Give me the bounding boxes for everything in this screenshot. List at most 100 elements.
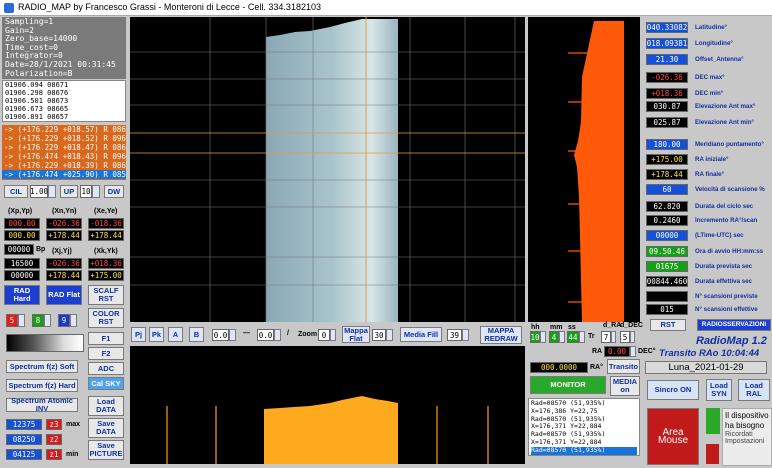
load-data-button[interactable]: Load DATA (88, 396, 124, 416)
rad-flat-button[interactable]: RAD Flat (46, 285, 82, 305)
color-b-spinner[interactable] (44, 314, 51, 327)
rad-hard-button[interactable]: RAD Hard (4, 285, 40, 305)
coord-item[interactable]: -> (+176.229 +018.52) R 09680 (2, 134, 126, 143)
d-ra-spinner[interactable] (611, 331, 616, 343)
param-value-8[interactable]: +175.00 (646, 154, 688, 165)
media-fill-value[interactable]: 39 (447, 329, 462, 341)
pj-button[interactable]: Pj (131, 327, 146, 342)
spectrum-hard-button[interactable]: Spectrum f(z) Hard (6, 379, 78, 392)
coord-item[interactable]: -> (+176.474 +018.43) R 09684 (2, 152, 126, 161)
color-c-swatch[interactable]: 9 (58, 314, 70, 327)
param-value-10[interactable]: 60 (646, 184, 688, 195)
r4-value-1[interactable]: 00000 (4, 270, 40, 281)
xj-value[interactable]: -026.36 (46, 258, 82, 269)
r3-value-1[interactable]: 16500 (4, 258, 40, 269)
area-mouse-button[interactable]: Area Mouse (647, 408, 699, 465)
coord-item[interactable]: -> (+176.229 +018.39) R 08680 (2, 161, 126, 170)
rst-button[interactable]: RST (650, 319, 686, 331)
mappa-flat-spinner[interactable] (386, 329, 393, 341)
d-ra-value[interactable]: 7 (601, 331, 611, 343)
param-value-2[interactable]: 21.30 (646, 54, 688, 65)
cil-spinner[interactable] (48, 185, 56, 198)
step-spinner[interactable] (92, 185, 100, 198)
up-button[interactable]: UP (60, 185, 78, 198)
scalf-rst-button[interactable]: SCALF RST (88, 285, 124, 305)
xp-value[interactable]: 000.00 (4, 218, 40, 229)
yp-value[interactable]: 000.00 (4, 230, 40, 241)
cal-sky-button[interactable]: Cal SKY (88, 377, 124, 390)
ye-value[interactable]: +178.44 (88, 230, 124, 241)
load-ral-button[interactable]: Load RAL (738, 379, 770, 401)
sample-item[interactable]: 01906.673 08665 (5, 105, 123, 113)
yn-value[interactable]: +178.44 (46, 230, 82, 241)
offset-1-input[interactable]: 0.0 (212, 329, 229, 341)
color-c-spinner[interactable] (70, 314, 77, 327)
xn-value[interactable]: -026.36 (46, 218, 82, 229)
mm-spinner[interactable] (559, 331, 565, 343)
param-value-6[interactable]: 025.87 (646, 117, 688, 128)
param-value-3[interactable]: -026.36 (646, 72, 688, 83)
color-b-swatch[interactable]: 8 (32, 314, 44, 327)
sincro-on-button[interactable]: Sincro ON (647, 380, 699, 400)
hh-value[interactable]: 10 (530, 331, 540, 343)
offset-2-spinner[interactable] (274, 329, 281, 341)
param-value-18[interactable]: 015 (646, 304, 688, 315)
sample-item[interactable]: 01906.891 08657 (5, 113, 123, 121)
param-value-14[interactable]: 09.50.46 (646, 246, 688, 257)
xk-value[interactable]: +018.36 (88, 258, 124, 269)
cil-button[interactable]: CIL (4, 185, 28, 198)
spectrum-soft-button[interactable]: Spectrum f(z) Soft (6, 360, 78, 373)
param-value-17[interactable] (646, 291, 688, 302)
transito-button[interactable]: Transito (607, 359, 640, 374)
media-fill-spinner[interactable] (462, 329, 469, 341)
param-value-1[interactable]: 018.09381 (646, 38, 688, 49)
dw-button[interactable]: DW (104, 185, 124, 198)
yj-value[interactable]: +178.44 (46, 270, 82, 281)
sample-item[interactable]: 01906.298 08676 (5, 89, 123, 97)
load-syn-button[interactable]: Load SYN (706, 379, 732, 401)
param-value-7[interactable]: 180.00 (646, 139, 688, 150)
param-value-16[interactable]: 00844.460 (646, 276, 688, 287)
hh-spinner[interactable] (540, 331, 546, 343)
zoom-spinner[interactable] (330, 329, 336, 341)
param-value-4[interactable]: +018.36 (646, 88, 688, 99)
mappa-flat-value[interactable]: 30 (372, 329, 386, 341)
param-value-12[interactable]: 0.2460 (646, 215, 688, 226)
a-button[interactable]: A (168, 327, 183, 342)
samples-list[interactable]: 01906.094 08671 01906.298 08676 01906.501 … (2, 80, 126, 122)
notification-toast[interactable]: Il dispositivo ha bisogno di essere aggi… (722, 408, 772, 466)
param-value-0[interactable]: 040.33082 (646, 22, 688, 33)
param-value-9[interactable]: +178.44 (646, 169, 688, 180)
ra-deg-value[interactable]: 000.0000 (530, 362, 588, 373)
coord-item[interactable]: -> (+176.229 +018.47) R 08658 (2, 143, 126, 152)
sample-item[interactable]: 01906.094 08671 (5, 81, 123, 89)
param-value-15[interactable]: 01675 (646, 261, 688, 272)
cil-value[interactable]: 1.00 (30, 185, 48, 198)
color-a-swatch[interactable]: 5 (6, 314, 18, 327)
offset-1-spinner[interactable] (229, 329, 236, 341)
f2-button[interactable]: F2 (88, 347, 124, 360)
z3-value[interactable]: 12375 (6, 419, 42, 430)
d-dec-value[interactable]: 5 (620, 331, 630, 343)
sample-item[interactable]: 01907.094 08644 (5, 121, 123, 122)
radiosservazioni-button[interactable]: RADIOSSERVAZIONI (697, 319, 771, 331)
d-dec-spinner[interactable] (630, 331, 635, 343)
save-data-button[interactable]: Save DATA (88, 418, 124, 438)
mm-value[interactable]: 4 (549, 331, 559, 343)
step-value[interactable]: 10 (80, 185, 92, 198)
sample-item[interactable]: 01906.501 08673 (5, 97, 123, 105)
b-button[interactable]: B (189, 327, 204, 342)
ra-spinner[interactable] (630, 346, 636, 357)
zoom-value[interactable]: 0 (318, 329, 330, 341)
save-picture-button[interactable]: Save PICTURE (88, 440, 124, 460)
color-rst-button[interactable]: COLOR RST (88, 308, 124, 328)
ss-value[interactable]: 44 (567, 331, 579, 343)
coord-item[interactable]: -> (+176.474 +025.90) R 08570 (2, 170, 126, 179)
spectrum-atomic-button[interactable]: Spectrum Atomic INV (6, 397, 78, 413)
param-value-5[interactable]: 030.87 (646, 101, 688, 112)
f1-button[interactable]: F1 (88, 332, 124, 345)
adc-button[interactable]: ADC (88, 362, 124, 375)
pk-button[interactable]: Pk (149, 327, 164, 342)
mappa-flat-button[interactable]: Mappa Flat (342, 326, 370, 343)
ss-spinner[interactable] (579, 331, 585, 343)
